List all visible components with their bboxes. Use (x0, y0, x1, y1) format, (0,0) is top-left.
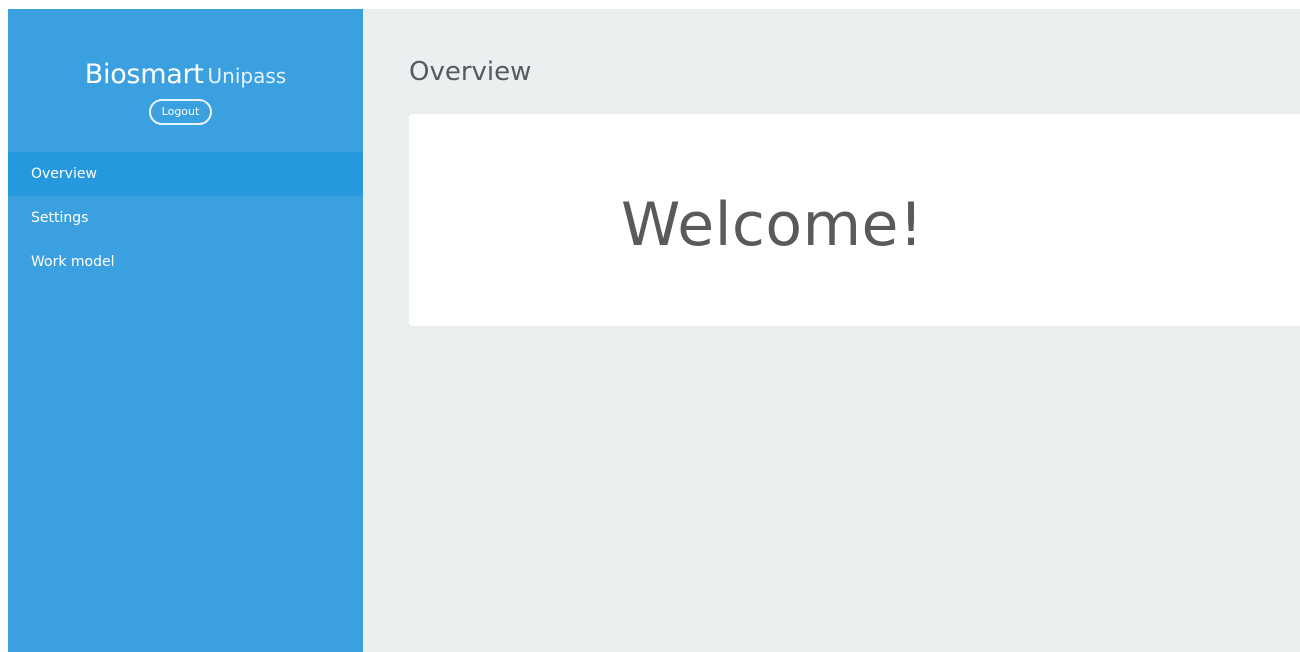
sidebar-item-work-model[interactable]: Work model (8, 240, 363, 284)
logout-button[interactable]: Logout (149, 99, 212, 125)
sidebar-item-label: Work model (31, 254, 115, 270)
sidebar-item-overview[interactable]: Overview (8, 152, 363, 196)
sidebar-nav: Overview Settings Work model (8, 152, 363, 284)
brand-name: Biosmart (84, 59, 204, 90)
brand-product: Unipass (207, 64, 287, 88)
welcome-card: Welcome! (409, 114, 1300, 326)
main-content: Overview Welcome! (363, 9, 1300, 652)
sidebar: Biosmart Unipass Logout Overview Settings… (8, 9, 363, 652)
page-title: Overview (409, 57, 532, 87)
brand-logo: Biosmart Unipass (8, 59, 363, 90)
welcome-message: Welcome! (621, 190, 924, 260)
sidebar-item-label: Settings (31, 210, 89, 226)
sidebar-item-label: Overview (31, 166, 97, 182)
app-window: Biosmart Unipass Logout Overview Settings… (0, 0, 1300, 652)
sidebar-item-settings[interactable]: Settings (8, 196, 363, 240)
